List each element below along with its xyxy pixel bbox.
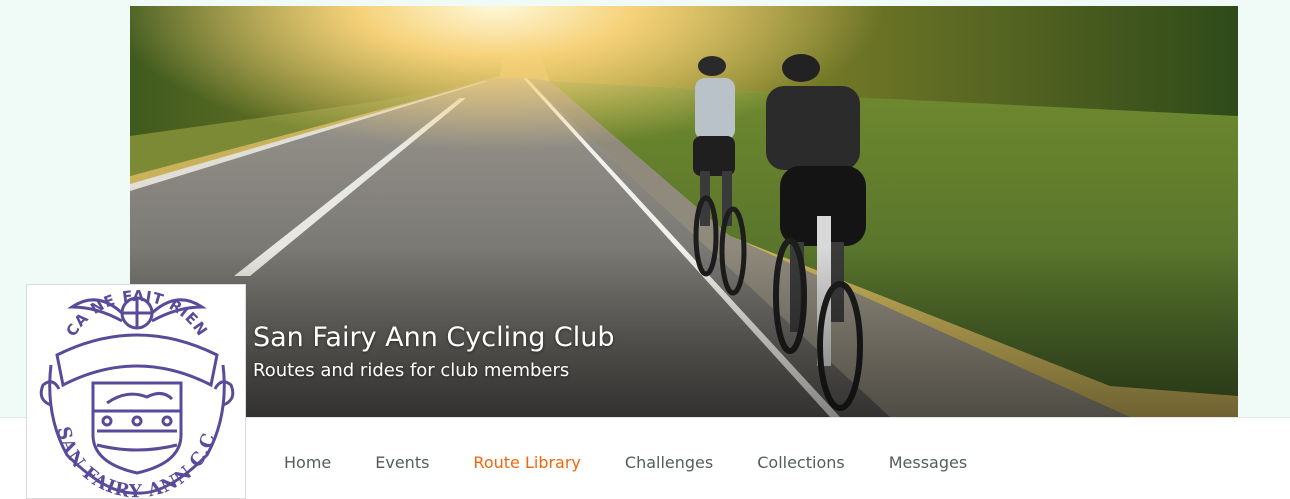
club-navigation: Home Events Route Library Challenges Col… — [262, 440, 989, 484]
cover-banner — [130, 6, 1238, 417]
nav-home[interactable]: Home — [262, 453, 353, 472]
nav-events[interactable]: Events — [353, 453, 451, 472]
club-crest-icon: CA NE FAIT RIEN SAN FAIRY ANN C.C. — [27, 285, 235, 498]
club-subtitle: Routes and rides for club members — [253, 360, 570, 381]
club-title: San Fairy Ann Cycling Club — [253, 322, 615, 353]
nav-route-library[interactable]: Route Library — [451, 453, 602, 472]
nav-collections[interactable]: Collections — [735, 453, 866, 472]
club-logo[interactable]: CA NE FAIT RIEN SAN FAIRY ANN C.C. — [26, 284, 246, 499]
nav-challenges[interactable]: Challenges — [603, 453, 735, 472]
nav-messages[interactable]: Messages — [867, 453, 989, 472]
